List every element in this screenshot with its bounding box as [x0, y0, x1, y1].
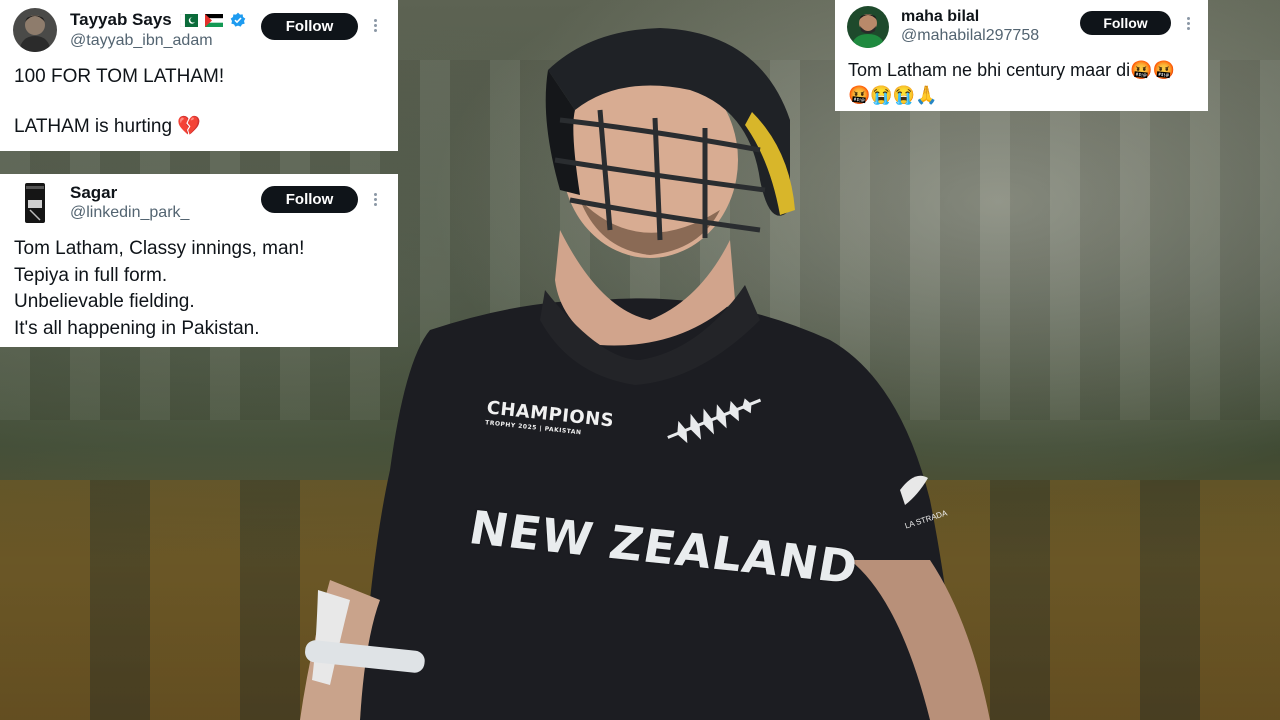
- tweet-line: Tom Latham, Classy innings, man!: [14, 238, 305, 259]
- tweet-line: Tepiya in full form.: [14, 264, 168, 286]
- tweet-card[interactable]: Sagar @linkedin_park_ Follow Tom Latham,…: [0, 174, 398, 347]
- display-name-text[interactable]: Tayyab Says: [70, 10, 172, 29]
- avatar[interactable]: [13, 8, 57, 52]
- avatar[interactable]: [847, 6, 889, 48]
- tweet-line: Unbelievable fielding.: [14, 291, 195, 312]
- follow-button[interactable]: Follow: [1080, 11, 1171, 35]
- tweet-line: 100 FOR TOM LATHAM!: [14, 66, 225, 87]
- tweet-line: 🤬😭😭🙏: [848, 85, 938, 105]
- tweet-text: 100 FOR TOM LATHAM! LATHAM is hurting 💔: [14, 64, 224, 139]
- more-options-icon[interactable]: [372, 19, 378, 32]
- follow-button[interactable]: Follow: [261, 186, 358, 213]
- display-name[interactable]: Tayyab Says: [70, 10, 246, 33]
- pakistan-flag-icon: [179, 12, 198, 32]
- more-options-icon[interactable]: [372, 193, 378, 206]
- palestine-flag-icon: [205, 12, 224, 32]
- verified-badge-icon: [230, 12, 246, 33]
- tweet-line: It's all happening in Pakistan.: [14, 317, 260, 339]
- tweet-card[interactable]: Tayyab Says @tayyab_ibn_adam Follow 100 …: [0, 0, 398, 151]
- tweet-line: LATHAM is hurting 💔: [14, 116, 201, 137]
- display-name[interactable]: Sagar: [70, 183, 117, 203]
- more-options-icon[interactable]: [1185, 17, 1191, 30]
- user-handle[interactable]: @tayyab_ibn_adam: [70, 32, 213, 50]
- tweet-line: Tom Latham ne bhi century maar di🤬🤬: [848, 60, 1175, 80]
- user-handle[interactable]: @linkedin_park_: [70, 204, 189, 222]
- display-name[interactable]: maha bilal: [901, 8, 979, 26]
- follow-button[interactable]: Follow: [261, 13, 358, 40]
- tweet-text: Tom Latham ne bhi century maar di🤬🤬 🤬😭😭🙏: [848, 58, 1175, 108]
- tweet-text: Tom Latham, Classy innings, man! Tepiya …: [14, 236, 304, 342]
- tweet-card[interactable]: maha bilal @mahabilal297758 Follow Tom L…: [835, 0, 1208, 111]
- user-handle[interactable]: @mahabilal297758: [901, 27, 1039, 45]
- avatar[interactable]: [13, 180, 57, 224]
